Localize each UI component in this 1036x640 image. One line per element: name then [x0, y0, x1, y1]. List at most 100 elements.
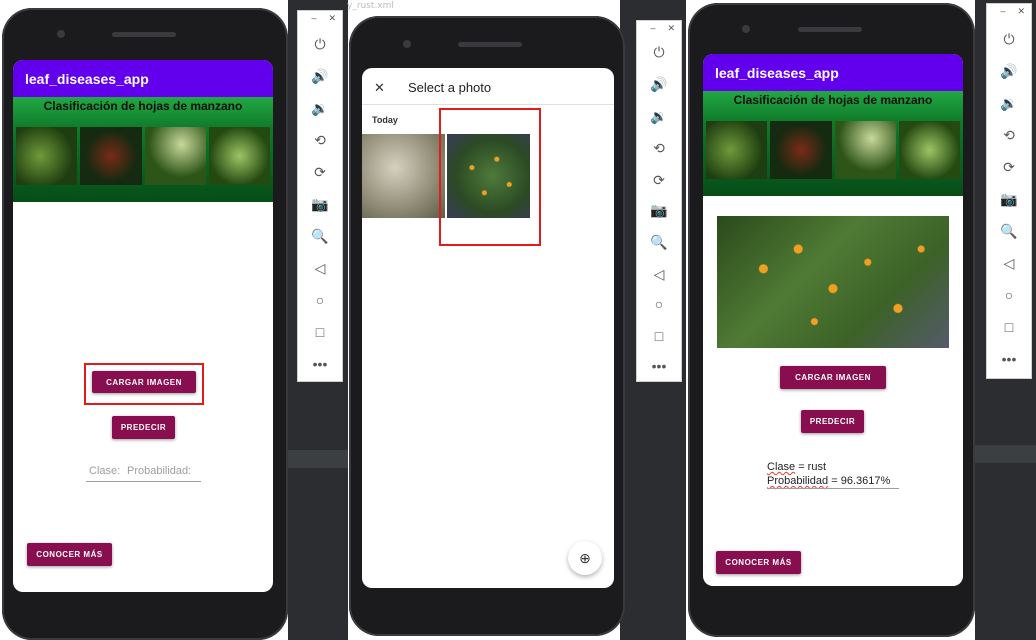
rotate-left-icon[interactable]: ⟲	[637, 137, 681, 159]
app-title: leaf_diseases_app	[25, 70, 149, 87]
ide-strip	[975, 445, 1036, 463]
app-screen: leaf_diseases_app Clasificación de hojas…	[13, 60, 273, 592]
leaf-image	[16, 127, 78, 185]
zoom-fab[interactable]: ⊕	[568, 541, 602, 575]
emulator-toolbar: – ✕ ⏻ 🔊 🔉 ⟲ ⟳ 📷 🔍 ◁ ○ □ •••	[297, 10, 343, 382]
probability-value: = 96.3617%	[831, 475, 891, 487]
result-screen: leaf_diseases_app Clasificación de hojas…	[703, 54, 963, 586]
speaker-grille	[798, 27, 862, 32]
rotate-right-icon[interactable]: ⟳	[298, 161, 342, 183]
zoom-icon[interactable]: 🔍	[298, 225, 342, 247]
app-title: leaf_diseases_app	[715, 64, 839, 81]
volume-up-icon[interactable]: 🔊	[298, 65, 342, 87]
class-label: Clase:	[89, 465, 121, 477]
learn-more-button[interactable]: CONOCER MÁS	[716, 551, 801, 574]
home-icon[interactable]: ○	[298, 289, 342, 311]
header-banner: Clasificación de hojas de manzano	[13, 97, 273, 202]
window-controls: – ✕	[311, 13, 336, 24]
volume-down-icon[interactable]: 🔉	[637, 105, 681, 127]
rotate-right-icon[interactable]: ⟳	[987, 156, 1031, 178]
selected-leaf-image	[717, 216, 949, 348]
leaf-image	[80, 127, 142, 185]
picker-divider	[362, 104, 614, 105]
probability-label: Probabilidad:	[127, 465, 192, 477]
home-icon[interactable]: ○	[637, 293, 681, 315]
class-label: Clase	[767, 461, 796, 473]
emulator-toolbar: – ✕ ⏻ 🔊 🔉 ⟲ ⟳ 📷 🔍 ◁ ○ □ •••	[986, 3, 1032, 379]
power-icon[interactable]: ⏻	[637, 41, 681, 63]
highlight-box	[84, 363, 204, 405]
header-banner: Clasificación de hojas de manzano	[703, 91, 963, 196]
camera-icon[interactable]: 📷	[637, 199, 681, 221]
app-bar: leaf_diseases_app	[703, 54, 963, 91]
ide-file-tab[interactable]: y_rust.xml	[347, 0, 394, 12]
class-result: Clase = rust	[767, 460, 826, 474]
close-window-button[interactable]: ✕	[667, 23, 675, 34]
close-window-button[interactable]: ✕	[328, 13, 336, 24]
section-heading: Today	[372, 115, 398, 125]
minimize-button[interactable]: –	[650, 23, 655, 34]
volume-up-icon[interactable]: 🔊	[987, 60, 1031, 82]
front-camera	[403, 40, 411, 48]
probability-label: Probabilidad	[767, 475, 829, 487]
power-icon[interactable]: ⏻	[987, 28, 1031, 50]
rust-spots	[717, 216, 949, 348]
back-icon[interactable]: ◁	[987, 252, 1031, 274]
learn-more-button[interactable]: CONOCER MÁS	[27, 543, 112, 566]
result-underline	[767, 488, 899, 489]
leaf-image	[770, 121, 832, 179]
zoom-icon[interactable]: 🔍	[637, 231, 681, 253]
leaf-image	[834, 121, 896, 179]
banner-images	[706, 121, 960, 179]
close-icon[interactable]: ✕	[374, 80, 385, 96]
home-icon[interactable]: ○	[987, 284, 1031, 306]
banner-title: Clasificación de hojas de manzano	[43, 99, 243, 113]
overview-icon[interactable]: □	[637, 325, 681, 347]
rotate-left-icon[interactable]: ⟲	[298, 129, 342, 151]
volume-down-icon[interactable]: 🔉	[987, 92, 1031, 114]
window-controls: – ✕	[650, 23, 675, 34]
power-icon[interactable]: ⏻	[298, 33, 342, 55]
leaf-image	[898, 121, 960, 179]
class-value: = rust	[798, 461, 827, 473]
banner-title: Clasificación de hojas de manzano	[733, 93, 933, 107]
highlight-box	[439, 108, 541, 246]
front-camera	[742, 25, 750, 33]
minimize-button[interactable]: –	[1000, 6, 1005, 17]
back-icon[interactable]: ◁	[637, 263, 681, 285]
volume-down-icon[interactable]: 🔉	[298, 97, 342, 119]
leaf-image	[208, 127, 270, 185]
app-bar: leaf_diseases_app	[13, 60, 273, 97]
volume-up-icon[interactable]: 🔊	[637, 73, 681, 95]
back-icon[interactable]: ◁	[298, 257, 342, 279]
zoom-in-icon: ⊕	[579, 549, 591, 566]
load-image-button[interactable]: CARGAR IMAGEN	[780, 366, 886, 389]
front-camera	[57, 30, 65, 38]
rotate-left-icon[interactable]: ⟲	[987, 124, 1031, 146]
camera-icon[interactable]: 📷	[987, 188, 1031, 210]
ide-strip	[288, 450, 348, 468]
speaker-grille	[112, 32, 176, 37]
more-icon[interactable]: •••	[298, 353, 342, 375]
overview-icon[interactable]: □	[298, 321, 342, 343]
minimize-button[interactable]: –	[311, 13, 316, 24]
window-controls: – ✕	[1000, 6, 1025, 17]
overview-icon[interactable]: □	[987, 316, 1031, 338]
rotate-right-icon[interactable]: ⟳	[637, 169, 681, 191]
speaker-grille	[458, 42, 522, 47]
photo-thumbnail[interactable]	[362, 134, 445, 218]
more-icon[interactable]: •••	[637, 355, 681, 377]
probability-result: Probabilidad = 96.3617%	[767, 474, 890, 488]
leaf-image	[706, 121, 768, 179]
emulator-toolbar: – ✕ ⏻ 🔊 🔉 ⟲ ⟳ 📷 🔍 ◁ ○ □ •••	[636, 20, 682, 382]
camera-icon[interactable]: 📷	[298, 193, 342, 215]
result-underline	[86, 481, 201, 482]
predict-button[interactable]: PREDECIR	[801, 410, 864, 433]
banner-images	[16, 127, 270, 185]
leaf-image	[144, 127, 206, 185]
more-icon[interactable]: •••	[987, 348, 1031, 370]
close-window-button[interactable]: ✕	[1017, 6, 1025, 17]
predict-button[interactable]: PREDECIR	[112, 416, 175, 439]
picker-title: Select a photo	[408, 80, 492, 95]
zoom-icon[interactable]: 🔍	[987, 220, 1031, 242]
